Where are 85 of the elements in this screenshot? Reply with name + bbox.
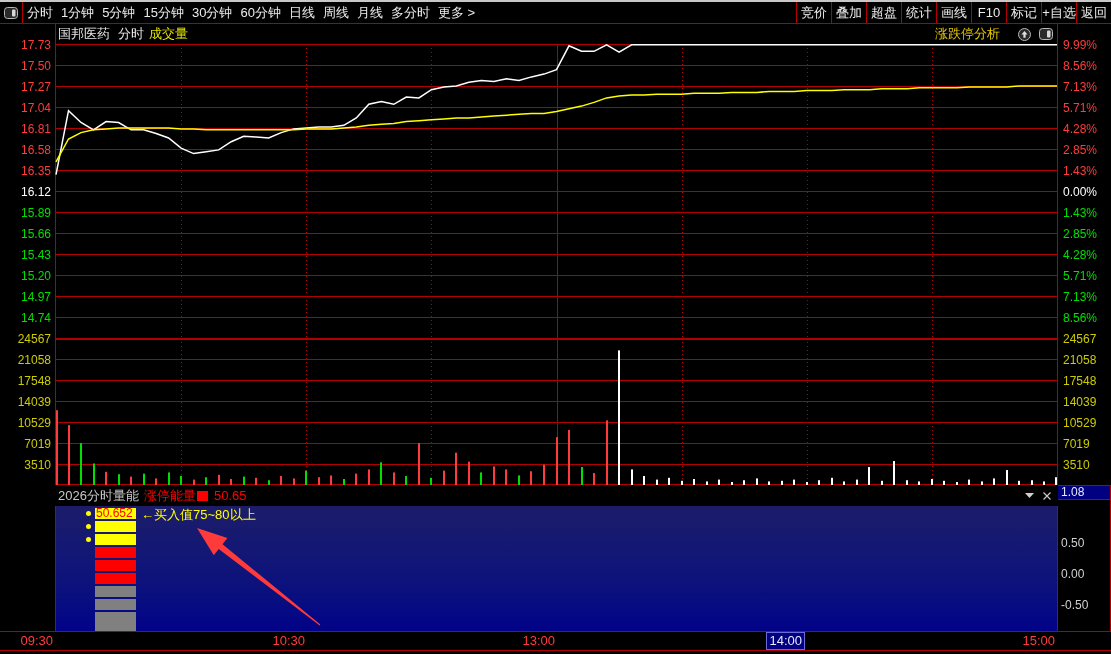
- percent-axis-label: 1.43%: [1062, 204, 1099, 222]
- panel-toggle-icon[interactable]: [1039, 28, 1053, 40]
- toolbar-button[interactable]: 统计: [901, 2, 936, 23]
- indicator-axis-label: 0.50: [1060, 535, 1085, 551]
- toolbar-button[interactable]: 返回: [1076, 2, 1111, 23]
- volume-axis-label: 17548: [16, 372, 52, 390]
- percent-axis-label: 8.56%: [1062, 57, 1099, 75]
- percent-axis-label: 5.71%: [1062, 99, 1099, 117]
- price-axis-label: 16.81: [19, 120, 52, 138]
- indicator-axis-label: -0.50: [1060, 597, 1089, 613]
- volume-axis-label: 21058: [1062, 351, 1098, 369]
- up-arrow-circle-icon[interactable]: [1018, 27, 1031, 41]
- indicator-value: 50.65: [213, 486, 247, 505]
- volume-axis-label: 7019: [23, 435, 52, 453]
- limit-analysis-link[interactable]: 涨跌停分析: [935, 24, 1000, 44]
- price-axis-label: 17.27: [19, 78, 52, 96]
- period-tab[interactable]: 30分钟: [191, 2, 233, 23]
- volume-axis-label: 3510: [1062, 456, 1091, 474]
- period-tab[interactable]: 分时: [27, 2, 53, 23]
- time-axis-label: 13:00: [522, 633, 555, 649]
- block-value: 50.652: [95, 508, 133, 519]
- volume-axis-label: 10529: [1062, 414, 1098, 432]
- buy-value-note: ←买入值75~80以上: [141, 508, 256, 522]
- overlay-label: 成交量: [149, 25, 188, 44]
- percent-axis-label: 2.85%: [1062, 141, 1099, 159]
- time-axis-label: 14:00: [766, 632, 805, 650]
- percent-axis-label: 0.00%: [1062, 183, 1099, 201]
- volume-axis-label: 24567: [1062, 330, 1098, 348]
- toolbar-button[interactable]: 竞价: [796, 2, 831, 23]
- dropdown-triangle-icon[interactable]: [1025, 493, 1034, 498]
- period-tab[interactable]: 周线: [322, 2, 349, 23]
- price-axis-label: 17.73: [19, 36, 52, 54]
- volume-axis-label: 14039: [1062, 393, 1098, 411]
- time-axis-label: 10:30: [272, 633, 305, 649]
- volume-axis-label: 10529: [16, 414, 52, 432]
- volume-axis-label: 7019: [1062, 435, 1091, 453]
- view-label: 分时: [118, 25, 144, 44]
- percent-axis-label: 7.13%: [1062, 78, 1099, 96]
- indicator-axis-label: 0.00: [1060, 566, 1085, 582]
- volume-axis-label: 3510: [23, 456, 52, 474]
- percent-axis-label: 2.85%: [1062, 225, 1099, 243]
- period-tab[interactable]: 15分钟: [143, 2, 184, 23]
- volume-axis-label: 21058: [16, 351, 52, 369]
- toolbar-button[interactable]: 标记: [1006, 2, 1041, 23]
- price-axis-label: 15.66: [19, 225, 52, 243]
- volume-axis-label: 17548: [1062, 372, 1098, 390]
- volume-axis-label: 24567: [16, 330, 52, 348]
- price-axis-label: 15.89: [19, 204, 52, 222]
- toolbar-button[interactable]: 超盘: [866, 2, 901, 23]
- price-axis-label: 17.04: [19, 99, 52, 117]
- price-axis-label: 14.97: [19, 288, 52, 306]
- time-axis-label: 15:00: [1022, 633, 1055, 649]
- percent-axis-label: 9.99%: [1062, 36, 1099, 54]
- volume-axis-label: 14039: [16, 393, 52, 411]
- indicator-series-label: 涨停能量: [143, 486, 196, 505]
- toolbar-button[interactable]: F10: [971, 2, 1006, 23]
- stock-name: 国邦医药: [58, 25, 110, 44]
- price-axis-label: 16.12: [19, 183, 52, 201]
- period-tab[interactable]: 月线: [356, 2, 383, 23]
- percent-axis-label: 1.43%: [1062, 162, 1099, 180]
- percent-axis-label: 8.56%: [1062, 309, 1099, 327]
- close-icon[interactable]: [1043, 491, 1051, 500]
- period-tab[interactable]: 日线: [288, 2, 315, 23]
- percent-axis-label: 4.28%: [1062, 246, 1099, 264]
- period-tab[interactable]: 多分时: [390, 2, 430, 23]
- period-tab[interactable]: 1分钟: [61, 2, 95, 23]
- indicator-name: 2026分时量能: [58, 486, 139, 505]
- time-axis-label: 09:30: [20, 633, 53, 649]
- sidebar-toggle-icon[interactable]: [4, 6, 18, 19]
- period-tab[interactable]: 更多 >: [437, 2, 476, 23]
- percent-axis-label: 7.13%: [1062, 288, 1099, 306]
- price-axis-label: 14.74: [19, 309, 52, 327]
- price-axis-label: 16.35: [19, 162, 52, 180]
- period-tab[interactable]: 60分钟: [240, 2, 281, 23]
- toolbar-button[interactable]: 叠加: [831, 2, 866, 23]
- period-tab[interactable]: 5分钟: [102, 2, 136, 23]
- toolbar-button[interactable]: +自选: [1041, 2, 1076, 23]
- percent-axis-label: 4.28%: [1062, 120, 1099, 138]
- percent-axis-label: 5.71%: [1062, 267, 1099, 285]
- price-axis-label: 15.20: [19, 267, 52, 285]
- price-axis-label: 17.50: [19, 57, 52, 75]
- price-axis-label: 16.58: [19, 141, 52, 159]
- indicator-axis-label: 1.08: [1058, 486, 1110, 499]
- toolbar-button[interactable]: 画线: [936, 2, 971, 23]
- price-axis-label: 15.43: [19, 246, 52, 264]
